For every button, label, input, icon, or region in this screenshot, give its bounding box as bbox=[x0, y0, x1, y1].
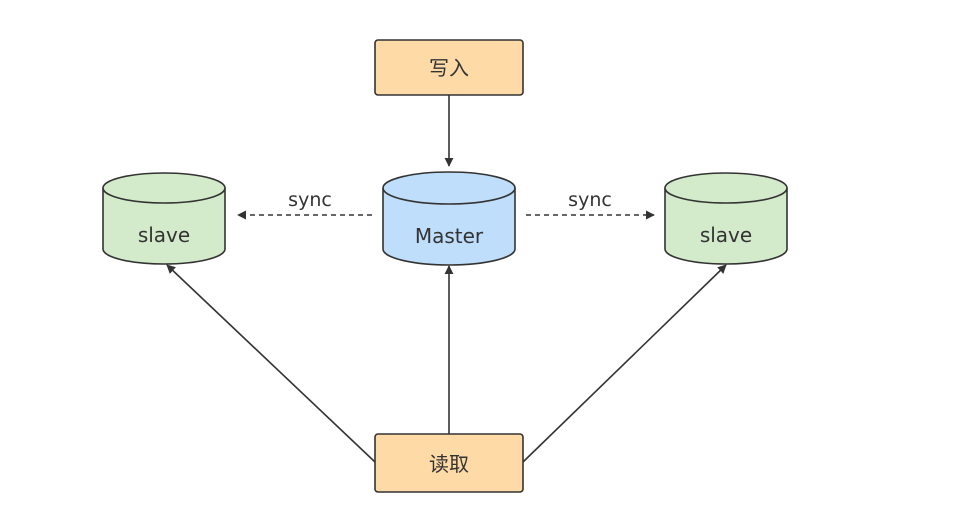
slave-right-node: slave bbox=[664, 172, 788, 265]
edge-read-to-slave-left bbox=[166, 264, 376, 463]
master-node: Master bbox=[382, 171, 516, 266]
edge-read-to-slave-right bbox=[522, 264, 727, 463]
slave-left-cylinder-top bbox=[102, 172, 226, 204]
sync-left-label: sync bbox=[288, 189, 332, 211]
edges bbox=[166, 95, 727, 463]
master-cylinder-top bbox=[382, 171, 516, 205]
slave-right-label: slave bbox=[700, 223, 752, 247]
slave-right-cylinder-top bbox=[664, 172, 788, 204]
master-label: Master bbox=[415, 224, 484, 248]
slave-left-node: slave bbox=[102, 172, 226, 265]
slave-left-label: slave bbox=[138, 223, 190, 247]
replication-diagram: sync sync 写入 Master slave slave 读取 bbox=[102, 39, 788, 493]
write-node: 写入 bbox=[374, 39, 524, 96]
sync-right-label: sync bbox=[568, 189, 612, 211]
read-node: 读取 bbox=[374, 433, 524, 493]
write-label: 写入 bbox=[429, 56, 469, 80]
read-label: 读取 bbox=[429, 452, 469, 476]
